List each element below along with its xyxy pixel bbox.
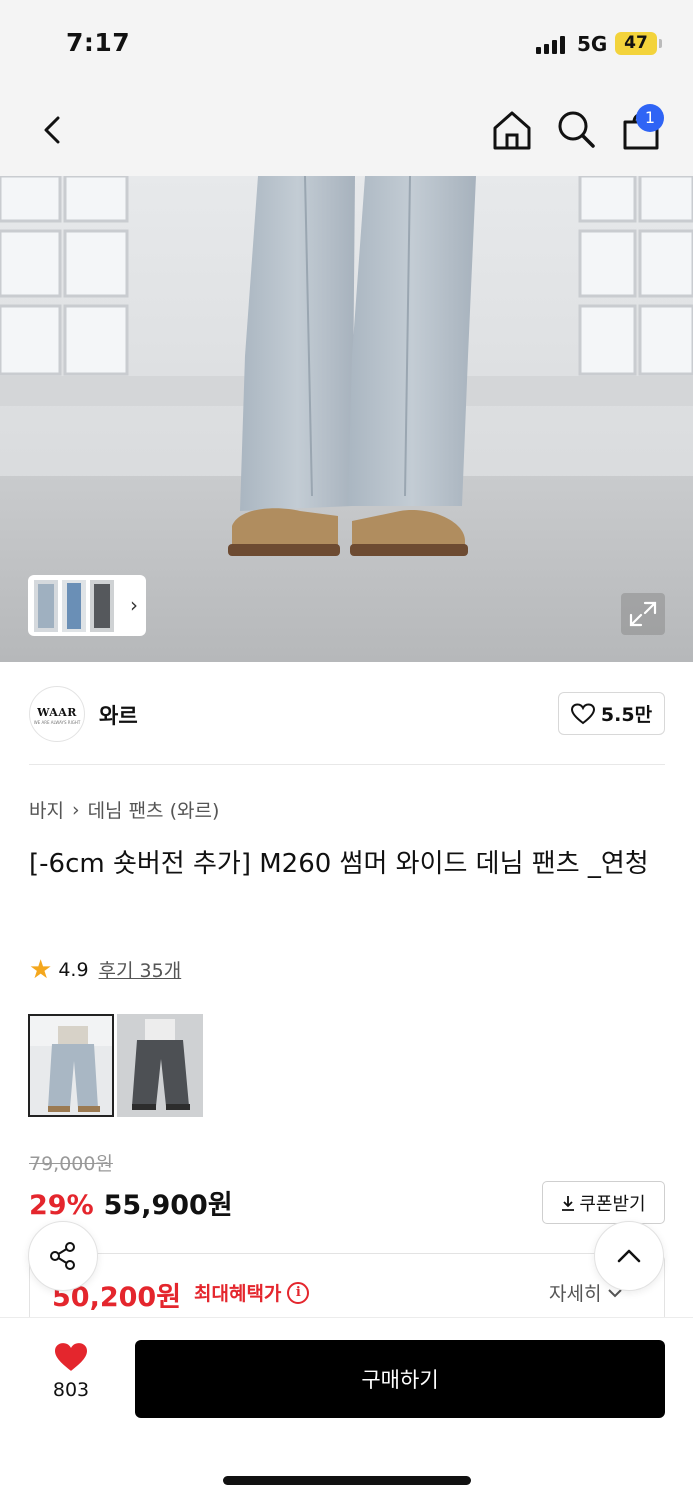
chevron-up-icon [617, 1249, 641, 1263]
battery-icon: 47 [615, 32, 662, 55]
thumbnail-image [62, 580, 86, 632]
cart-badge: 1 [636, 104, 664, 132]
coupon-button[interactable]: 쿠폰받기 [542, 1181, 665, 1224]
info-icon[interactable]: i [287, 1281, 310, 1304]
brand-name[interactable]: 와르 [99, 700, 138, 730]
coupon-label: 쿠폰받기 [579, 1193, 646, 1215]
brand-logo[interactable]: WAAR WE ARE ALWAYS RIGHT [29, 686, 85, 742]
chevron-left-icon[interactable] [34, 110, 74, 150]
buy-button[interactable]: 구매하기 [135, 1340, 665, 1418]
star-icon: ★ [29, 954, 53, 985]
review-link[interactable]: 후기 35개 [99, 956, 182, 983]
divider [29, 764, 665, 765]
thumbnail-image [34, 580, 58, 632]
rating-value: 4.9 [58, 958, 89, 981]
share-button[interactable] [28, 1221, 98, 1291]
heart-outline-icon [570, 702, 595, 724]
thumbnail-image [90, 580, 114, 632]
download-icon [562, 1195, 575, 1211]
detail-label: 자세히 [549, 1283, 602, 1305]
swatch-image [30, 1016, 112, 1115]
network-label: 5G [577, 32, 608, 56]
product-title: [-6cm 숏버전 추가] M260 썸머 와이드 데님 팬츠 _연청 [29, 849, 649, 879]
discount-rate: 29% [29, 1190, 94, 1221]
status-time: 7:17 [66, 28, 131, 57]
heart-filled-icon [55, 1343, 87, 1371]
breadcrumb: 바지 › 데님 팬츠 (와르) [29, 796, 219, 823]
top-nav: 1 [0, 88, 693, 176]
max-benefit-label: 최대혜택가 i [194, 1279, 310, 1306]
max-benefit-text: 최대혜택가 [194, 1283, 282, 1305]
home-icon[interactable] [491, 108, 533, 152]
brand-like-count: 5.5만 [600, 704, 653, 726]
breadcrumb-item[interactable]: 바지 [29, 796, 64, 823]
expand-icon[interactable] [621, 593, 665, 635]
color-option-black-wash[interactable] [117, 1014, 203, 1117]
share-icon [50, 1242, 75, 1270]
brand-like-button[interactable]: 5.5만 [558, 692, 665, 735]
original-price: 79,000원 [29, 1153, 113, 1175]
wishlist-button[interactable]: 803 [40, 1341, 102, 1401]
home-indicator [223, 1476, 471, 1485]
scroll-to-top-button[interactable] [594, 1221, 664, 1291]
search-icon[interactable] [555, 108, 597, 150]
chevron-right-icon: › [130, 593, 138, 617]
signal-icon [536, 34, 565, 54]
brand-logo-text: WAAR [37, 706, 77, 719]
breadcrumb-item[interactable]: 데님 팬츠 (와르) [88, 796, 220, 823]
wishlist-count: 803 [52, 1379, 90, 1401]
status-bar: 7:17 5G 47 [0, 0, 693, 88]
swatch-image [117, 1014, 203, 1117]
price-row: 29% 55,900원 [29, 1183, 233, 1222]
brand-logo-subtext: WE ARE ALWAYS RIGHT [33, 720, 81, 725]
rating-row: ★ 4.9 후기 35개 [29, 956, 181, 983]
color-option-light-wash[interactable] [28, 1014, 114, 1117]
chevron-right-icon: › [71, 798, 80, 821]
sale-price: 55,900원 [103, 1190, 233, 1221]
image-thumbnail-strip[interactable]: › [28, 575, 146, 636]
